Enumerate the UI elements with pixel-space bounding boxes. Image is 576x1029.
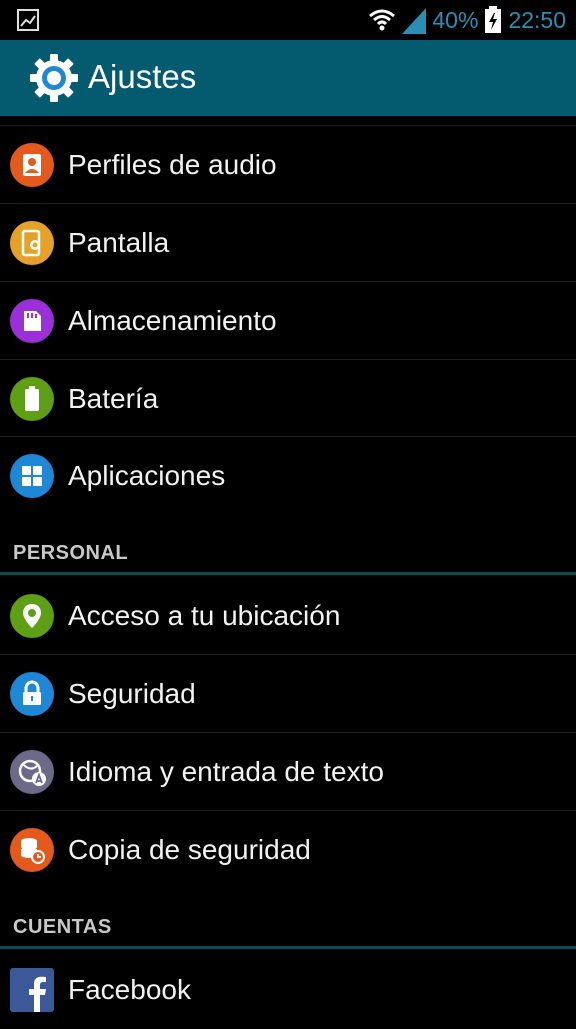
language-icon	[10, 750, 54, 794]
settings-item-label: Acceso a tu ubicación	[68, 600, 341, 631]
apps-icon	[10, 454, 54, 498]
settings-item-location[interactable]: Acceso a tu ubicación	[0, 577, 576, 655]
gallery-icon	[17, 9, 39, 31]
battery-icon	[10, 377, 54, 421]
storage-icon	[10, 299, 54, 343]
battery-percent: 40%	[432, 6, 479, 33]
signal-icon	[402, 8, 427, 34]
settings-item-applications[interactable]: Aplicaciones	[0, 437, 576, 515]
settings-list: Perfiles de audio Pantalla Almacenamient…	[0, 116, 576, 1024]
section-divider	[0, 946, 576, 949]
settings-item-label: Batería	[68, 383, 159, 414]
section-divider	[0, 572, 576, 575]
gear-icon[interactable]	[28, 52, 80, 104]
battery-icon	[485, 6, 502, 33]
audio-profile-icon	[10, 143, 54, 187]
settings-item-battery[interactable]: Batería	[0, 360, 576, 438]
settings-item-facebook[interactable]: Facebook	[0, 951, 576, 1029]
wifi-icon	[369, 9, 396, 31]
settings-item-backup[interactable]: Copia de seguridad	[0, 811, 576, 889]
settings-item-label: Perfiles de audio	[68, 149, 277, 180]
settings-item-display[interactable]: Pantalla	[0, 204, 576, 282]
clock: 22:50	[508, 6, 566, 33]
settings-item-label: Copia de seguridad	[68, 834, 311, 865]
settings-item-label: Facebook	[68, 974, 191, 1005]
backup-icon	[10, 828, 54, 872]
settings-item-storage[interactable]: Almacenamiento	[0, 282, 576, 360]
facebook-icon	[10, 968, 54, 1012]
settings-item-label: Almacenamiento	[68, 305, 277, 336]
section-header-personal: PERSONAL	[13, 542, 129, 564]
section-header-accounts: CUENTAS	[13, 916, 112, 938]
location-icon	[10, 594, 54, 638]
settings-item-security[interactable]: Seguridad	[0, 655, 576, 733]
settings-item-label: Seguridad	[68, 678, 196, 709]
action-bar: Ajustes	[0, 40, 576, 116]
settings-item-language-input[interactable]: Idioma y entrada de texto	[0, 733, 576, 811]
settings-item-label: Idioma y entrada de texto	[68, 756, 384, 787]
status-bar: 40% 22:50	[0, 0, 576, 40]
display-icon	[10, 221, 54, 265]
settings-item-label: Pantalla	[68, 227, 170, 258]
status-bar-right: 40% 22:50	[368, 4, 566, 36]
lock-icon	[10, 672, 54, 716]
page-title: Ajustes	[88, 58, 197, 95]
settings-item-audio-profiles[interactable]: Perfiles de audio	[0, 126, 576, 204]
settings-item-label: Aplicaciones	[68, 460, 226, 491]
